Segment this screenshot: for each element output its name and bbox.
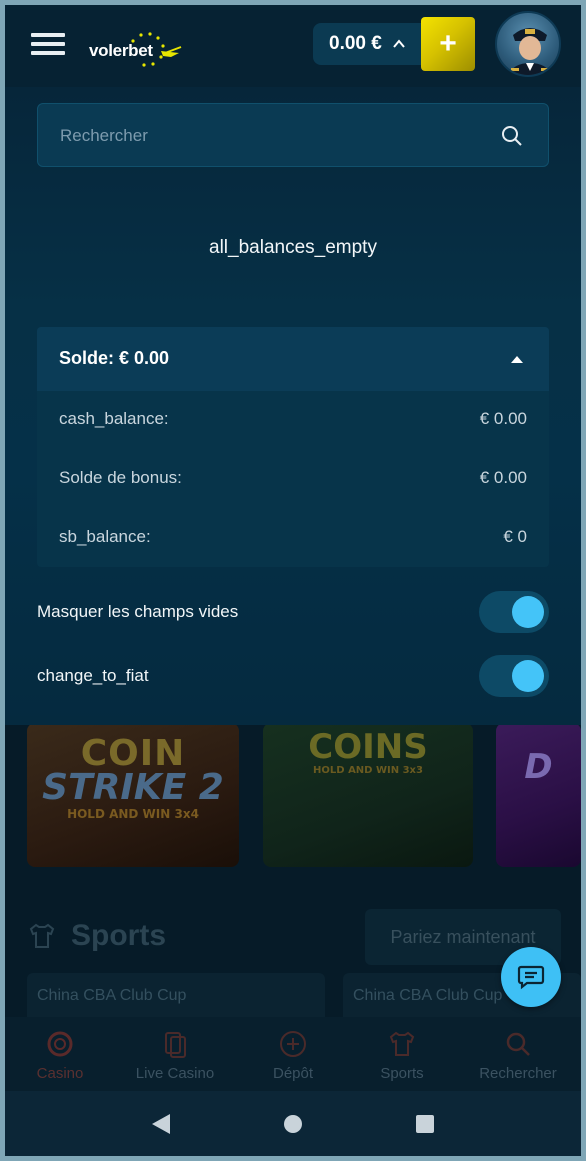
game-carousel: COIN STRIKE 2 HOLD AND WIN 3x4 COINS HOL… [5,723,581,873]
bottom-navigation: Casino Live Casino Dépôt Sports Recherch… [5,1017,581,1095]
hide-empty-toggle[interactable] [479,591,549,633]
game-card-partial[interactable]: D [496,723,581,867]
search-placeholder: Rechercher [60,126,148,145]
balance-row-bonus: Solde de bonus: € 0.00 [59,468,527,488]
live-casino-icon [165,1032,186,1058]
search-icon[interactable] [500,124,524,148]
toggle-label: change_to_fiat [37,666,149,685]
home-button[interactable] [278,1109,308,1139]
sports-title: Sports [71,919,167,952]
toggle-knob [512,660,544,692]
balance-row-value: € 0.00 [479,409,527,428]
game-title-line2: STRIKE 2 [42,767,224,808]
balance-row-label: Solde de bonus: [59,468,182,487]
balance-row-label: sb_balance: [59,527,151,546]
avatar[interactable] [495,11,561,77]
deposit-plus-icon [280,1031,306,1057]
brand-logo[interactable]: volerbet [89,31,189,67]
game-card-coins[interactable]: COINS HOLD AND WIN 3x3 [263,723,473,867]
toggle-row-change-to-fiat: change_to_fiat [37,655,549,699]
deposit-button[interactable]: + [421,17,475,71]
game-card-coin-strike[interactable]: COIN STRIKE 2 HOLD AND WIN 3x4 [27,723,239,867]
nav-item-sports[interactable]: Sports [347,1017,457,1095]
balance-row-value: € 0.00 [479,468,527,487]
balance-row-cash: cash_balance: € 0.00 [59,409,527,429]
change-to-fiat-toggle[interactable] [479,655,549,697]
nav-item-deposit[interactable]: Dépôt [238,1017,348,1095]
top-header: volerbet 0.00 € + [5,5,581,87]
recents-square-icon [416,1114,434,1133]
solde-header[interactable]: Solde: € 0.00 [37,327,549,391]
nav-item-live-casino[interactable]: Live Casino [120,1017,230,1095]
home-circle-icon [284,1114,302,1133]
sports-section-header: Sports Pariez maintenant [5,907,581,967]
caret-up-icon [511,356,523,363]
nav-label: Rechercher [479,1065,557,1082]
game-subtitle: HOLD AND WIN 3x3 [313,765,423,776]
app-frame: COIN STRIKE 2 HOLD AND WIN 3x4 COINS HOL… [5,5,581,1156]
nav-label: Casino [36,1065,84,1082]
search-icon [506,1032,530,1056]
toggle-label: Masquer les champs vides [37,602,239,621]
balance-amount: 0.00 € [329,33,382,54]
game-title-line1: D [524,747,553,787]
nav-label: Dépôt [272,1065,314,1082]
chevron-up-icon [393,39,405,48]
menu-icon[interactable] [31,33,65,57]
balance-row-value: € 0 [503,527,527,546]
search-input[interactable]: Rechercher [37,103,549,167]
back-button[interactable] [146,1109,176,1139]
pilot-avatar-icon [508,28,552,75]
toggle-knob [512,596,544,628]
back-triangle-icon [152,1113,170,1134]
balance-toggle[interactable]: 0.00 € [313,23,425,65]
plus-icon: + [439,27,457,60]
logo-dots-icon [131,32,182,67]
toggle-row-hide-empty: Masquer les champs vides [37,591,549,635]
balance-row-label: cash_balance: [59,409,169,428]
solde-title: Solde: € 0.00 [59,348,170,368]
recents-button[interactable] [410,1109,440,1139]
casino-chip-icon [47,1031,73,1057]
balance-dropdown-panel: Rechercher all_balances_empty Solde: € 0… [5,87,581,725]
jersey-icon [389,1031,415,1056]
nav-label: Sports [380,1065,424,1082]
nav-item-search[interactable]: Rechercher [463,1017,573,1095]
nav-item-casino[interactable]: Casino [5,1017,115,1095]
balance-row-sb: sb_balance: € 0 [59,527,527,547]
game-title-line1: COINS [308,727,428,767]
chat-button[interactable] [501,947,561,1007]
chat-bubble-icon [517,965,545,990]
all-balances-label: all_balances_empty [209,237,377,258]
jersey-icon [29,923,55,948]
system-navigation-bar [5,1091,581,1156]
solde-accordion: Solde: € 0.00 cash_balance: € 0.00 Solde… [37,327,549,567]
game-subtitle: HOLD AND WIN 3x4 [67,807,199,821]
nav-label: Live Casino [135,1065,215,1082]
